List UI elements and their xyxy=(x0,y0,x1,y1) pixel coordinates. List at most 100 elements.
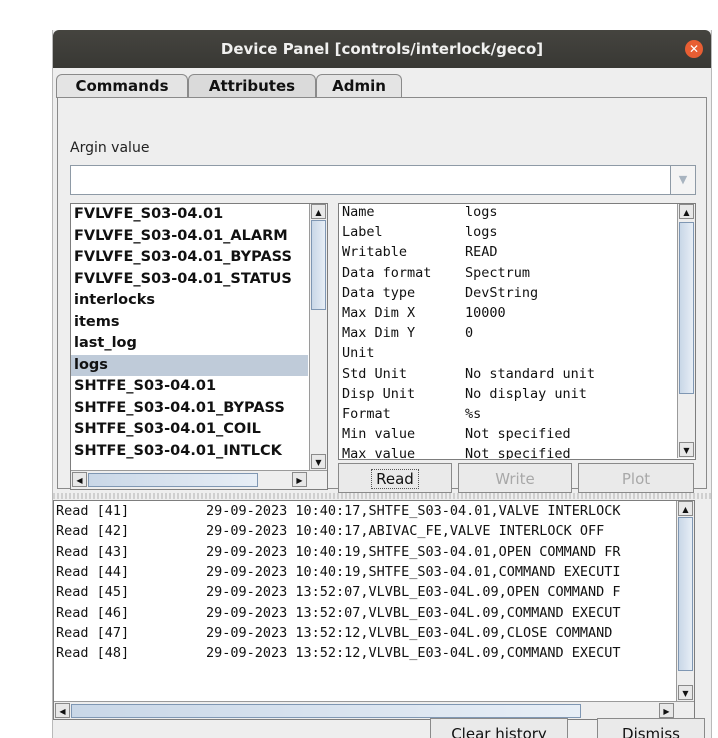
log-row: Read [42] 29-09-2023 10:40:17,ABIVAC_FE,V… xyxy=(56,523,604,539)
log-entry-text: 29-09-2023 13:52:07,VLVBL_E03-04L.09,COM… xyxy=(206,604,621,621)
split-pane-divider[interactable] xyxy=(53,493,711,499)
properties-vthumb[interactable] xyxy=(679,222,694,394)
attribute-list-vscrollbar[interactable]: ▲ ▼ xyxy=(309,204,327,470)
property-name: Unit xyxy=(342,345,375,362)
log-entry-id: Read [48] xyxy=(56,645,130,662)
property-name: Std Unit xyxy=(342,365,408,382)
property-name: Max Dim Y xyxy=(342,325,416,342)
log-row: Read [45] 29-09-2023 13:52:07,VLVBL_E03-0… xyxy=(56,584,621,600)
properties-vscrollbar[interactable]: ▲ ▼ xyxy=(677,204,695,458)
property-name: Data type xyxy=(342,284,416,301)
property-value: READ xyxy=(465,244,498,261)
clear-history-button[interactable]: Clear history xyxy=(430,718,568,738)
scroll-right-icon[interactable]: ▶ xyxy=(292,472,307,487)
attribute-list-item[interactable]: FVLVFE_S03-04.01_STATUS xyxy=(71,269,308,291)
tab-commands[interactable]: Commands xyxy=(56,74,188,98)
log-vscrollbar[interactable]: ▲ ▼ xyxy=(676,501,694,701)
attribute-list-item[interactable]: items xyxy=(71,312,308,334)
attribute-properties: Name logs Label logs Writable READ Data format… xyxy=(338,203,696,460)
property-value: Spectrum xyxy=(465,264,531,281)
scroll-right-icon[interactable]: ▶ xyxy=(659,703,674,718)
argin-input[interactable] xyxy=(70,165,671,195)
attribute-list[interactable]: FVLVFE_S03-04.01 FVLVFE_S03-04.01_ALARM FV… xyxy=(70,203,328,490)
log-entry-id: Read [45] xyxy=(56,584,130,601)
dismiss-button[interactable]: Dismiss xyxy=(597,718,705,738)
window-title: Device Panel [controls/interlock/geco] xyxy=(220,40,544,58)
property-name: Max Dim X xyxy=(342,305,416,321)
log-entry-text: 29-09-2023 10:40:17,ABIVAC_FE,VALVE INTE… xyxy=(206,523,605,540)
property-name: Min value xyxy=(342,426,416,443)
property-value: No standard unit xyxy=(465,365,596,382)
log-entry-text: 29-09-2023 13:52:12,VLVBL_E03-04L.09,CLO… xyxy=(206,624,621,641)
property-value: %s xyxy=(465,406,482,422)
attribute-list-item[interactable]: SHTFE_S03-04.01_COIL xyxy=(71,419,308,441)
history-log[interactable]: Read [41] 29-09-2023 10:40:17,SHTFE_S03-0… xyxy=(53,500,695,720)
log-row: Read [48] 29-09-2023 13:52:12,VLVBL_E03-0… xyxy=(56,645,621,661)
scroll-down-icon[interactable]: ▼ xyxy=(311,454,326,469)
property-value: Not specified xyxy=(465,426,571,443)
attribute-list-hscrollbar[interactable]: ◀ ▶ xyxy=(71,470,327,489)
device-panel-window: Device Panel [controls/interlock/geco] ✕… xyxy=(52,30,712,738)
property-name: Label xyxy=(342,224,383,241)
scroll-up-icon[interactable]: ▲ xyxy=(311,204,326,219)
log-row: Read [43] 29-09-2023 10:40:19,SHTFE_S03-0… xyxy=(56,544,621,560)
argin-label: Argin value xyxy=(70,140,150,156)
attribute-list-vthumb[interactable] xyxy=(311,220,326,310)
scroll-down-icon[interactable]: ▼ xyxy=(679,442,694,457)
property-name: Writable xyxy=(342,244,408,261)
attribute-list-item[interactable]: FVLVFE_S03-04.01_BYPASS xyxy=(71,247,308,269)
log-vthumb[interactable] xyxy=(678,517,693,671)
log-row: Read [46] 29-09-2023 13:52:07,VLVBL_E03-0… xyxy=(56,605,621,621)
attribute-list-item[interactable]: interlocks xyxy=(71,290,308,312)
argin-dropdown-button[interactable]: ▼ xyxy=(670,165,696,195)
read-button-label: Read xyxy=(371,469,419,489)
log-entry-id: Read [47] xyxy=(56,624,130,641)
log-entry-id: Read [42] xyxy=(56,523,130,540)
write-button[interactable]: Write xyxy=(458,463,572,493)
property-value: logs xyxy=(465,204,498,220)
attribute-list-item[interactable]: FVLVFE_S03-04.01 xyxy=(71,204,308,226)
attribute-list-item[interactable]: FVLVFE_S03-04.01_ALARM xyxy=(71,226,308,248)
log-entry-id: Read [43] xyxy=(56,543,130,560)
log-entry-id: Read [44] xyxy=(56,563,130,580)
title-bar[interactable]: Device Panel [controls/interlock/geco] ✕ xyxy=(53,30,711,68)
property-name: Max value xyxy=(342,446,416,460)
tab-admin[interactable]: Admin xyxy=(316,74,402,98)
attribute-list-item[interactable]: SHTFE_S03-04.01_INTLCK xyxy=(71,441,308,463)
scroll-left-icon[interactable]: ◀ xyxy=(72,472,87,487)
log-entry-text: 29-09-2023 13:52:12,VLVBL_E03-04L.09,COM… xyxy=(206,645,621,662)
property-value: No display unit xyxy=(465,385,587,402)
chevron-down-icon: ▼ xyxy=(678,173,688,186)
property-name: Format xyxy=(342,406,391,422)
attribute-list-item[interactable]: logs xyxy=(71,354,308,376)
scroll-up-icon[interactable]: ▲ xyxy=(679,204,694,219)
scroll-left-icon[interactable]: ◀ xyxy=(55,703,70,718)
scroll-down-icon[interactable]: ▼ xyxy=(678,685,693,700)
log-hthumb[interactable] xyxy=(71,704,581,718)
property-name: Data format xyxy=(342,264,432,281)
log-row: Read [47] 29-09-2023 13:52:12,VLVBL_E03-0… xyxy=(56,625,621,641)
attribute-list-item[interactable]: SHTFE_S03-04.01 xyxy=(71,376,308,398)
attribute-list-item[interactable]: last_log xyxy=(71,333,308,355)
log-entry-id: Read [41] xyxy=(56,503,130,519)
scroll-up-icon[interactable]: ▲ xyxy=(678,501,693,516)
log-entry-text: 29-09-2023 10:40:19,SHTFE_S03-04.01,OPEN… xyxy=(206,543,621,560)
log-entry-text: 29-09-2023 10:40:19,SHTFE_S03-04.01,COMM… xyxy=(206,563,621,580)
property-value: 10000 xyxy=(465,305,506,321)
property-name: Name xyxy=(342,204,375,220)
tab-attributes[interactable]: Attributes xyxy=(188,74,316,98)
log-entry-text: 29-09-2023 13:52:07,VLVBL_E03-04L.09,OPE… xyxy=(206,584,621,601)
plot-button[interactable]: Plot xyxy=(578,463,694,493)
property-value: Not specified xyxy=(465,446,571,460)
attribute-list-item[interactable]: SHTFE_S03-04.01_BYPASS xyxy=(71,398,308,420)
log-entry-id: Read [46] xyxy=(56,604,130,621)
property-value: DevString xyxy=(465,284,539,301)
read-button[interactable]: Read xyxy=(338,463,452,493)
log-entry-text: 29-09-2023 10:40:17,SHTFE_S03-04.01,VALV… xyxy=(206,503,621,519)
log-row: Read [41] 29-09-2023 10:40:17,SHTFE_S03-0… xyxy=(56,503,621,519)
attributes-panel: Argin value ▼ FVLVFE_S03-04.01 FVLVFE_S03… xyxy=(57,97,707,493)
log-row: Read [44] 29-09-2023 10:40:19,SHTFE_S03-0… xyxy=(56,564,621,580)
attribute-list-hthumb[interactable] xyxy=(88,473,258,487)
close-icon[interactable]: ✕ xyxy=(685,40,703,58)
property-name: Disp Unit xyxy=(342,385,416,402)
